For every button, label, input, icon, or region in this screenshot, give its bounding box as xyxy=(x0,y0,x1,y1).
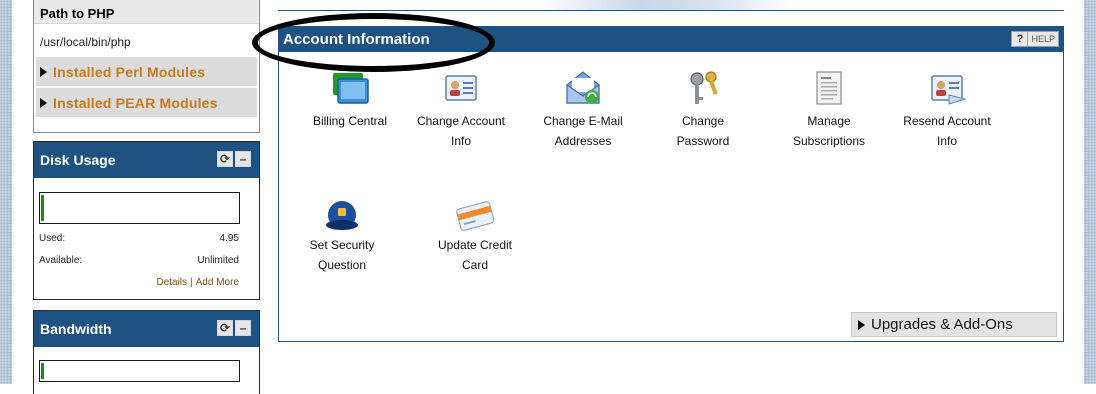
document-icon xyxy=(816,71,842,105)
disk-usage-widget: Disk Usage ⟳ – Used: 4.95 Available: Unl… xyxy=(33,141,260,300)
change-account-info-button[interactable]: Change Account Info xyxy=(411,69,511,151)
disk-usage-bar xyxy=(39,192,240,224)
bandwidth-widget: Bandwidth ⟳ – xyxy=(33,310,260,394)
account-information-title: Account Information xyxy=(283,31,430,48)
credit-card-icon xyxy=(456,201,495,231)
disk-usage-title: Disk Usage xyxy=(40,152,116,168)
update-credit-card-button[interactable]: Update Credit Card xyxy=(425,197,525,275)
minimize-icon[interactable]: – xyxy=(235,320,251,336)
set-security-question-label-line2: Question xyxy=(317,258,367,272)
account-information-header: Account Information ? HELP xyxy=(279,27,1063,52)
upgrades-addons-label: Upgrades & Add-Ons xyxy=(871,316,1013,333)
help-question-icon: ? xyxy=(1012,32,1029,46)
minimize-icon[interactable]: – xyxy=(235,151,251,167)
refresh-icon[interactable]: ⟳ xyxy=(217,320,233,336)
bandwidth-fill xyxy=(41,363,44,379)
used-value: 4.95 xyxy=(219,233,239,244)
php-info-box: Path to PHP /usr/local/bin/php Installed… xyxy=(33,0,260,133)
billing-central-button[interactable]: Billing Central xyxy=(300,69,400,131)
resend-account-info-button[interactable]: Resend Account Info xyxy=(897,69,997,151)
perl-modules-label: Installed Perl Modules xyxy=(53,63,206,80)
update-credit-card-label-line1: Update Credit xyxy=(437,238,513,252)
disk-usage-header: Disk Usage ⟳ – xyxy=(34,142,259,178)
header-decoration xyxy=(540,0,790,10)
envelope-icon xyxy=(566,71,600,104)
manage-subscriptions-label-line2: Subscriptions xyxy=(792,134,866,148)
police-cap-icon xyxy=(326,201,358,230)
change-account-info-label-line1: Change Account xyxy=(416,114,506,128)
change-password-button[interactable]: Change Password xyxy=(653,69,753,151)
available-value: Unlimited xyxy=(197,255,239,266)
available-label: Available: xyxy=(39,255,83,266)
billing-central-label: Billing Central xyxy=(312,114,388,128)
right-decorative-rail xyxy=(1084,0,1096,384)
disk-available-row: Available: Unlimited xyxy=(39,255,239,266)
php-path-heading: Path to PHP xyxy=(34,0,259,24)
change-email-label-line1: Change E-Mail xyxy=(543,114,623,128)
id-card-icon xyxy=(931,75,967,105)
keys-icon xyxy=(690,71,718,104)
details-link[interactable]: Details xyxy=(156,277,187,288)
expand-arrow-icon xyxy=(858,319,865,330)
refresh-icon[interactable]: ⟳ xyxy=(217,151,233,167)
used-label: Used: xyxy=(39,233,66,244)
id-card-icon xyxy=(445,75,477,101)
disk-usage-fill xyxy=(41,195,44,221)
top-divider xyxy=(278,10,1064,11)
change-account-info-label-line2: Info xyxy=(450,134,471,148)
add-more-link[interactable]: Add More xyxy=(196,277,239,288)
php-path-value: /usr/local/bin/php xyxy=(40,35,131,49)
expand-arrow-icon xyxy=(40,66,47,77)
change-password-label-line1: Change xyxy=(681,114,725,128)
monitor-icon xyxy=(333,73,369,104)
disk-usage-links: Details | Add More xyxy=(156,277,239,288)
left-decorative-rail xyxy=(0,0,12,384)
installed-perl-modules-toggle[interactable]: Installed Perl Modules xyxy=(36,55,257,86)
help-button[interactable]: ? HELP xyxy=(1011,31,1059,47)
pear-modules-label: Installed PEAR Modules xyxy=(53,94,218,111)
manage-subscriptions-button[interactable]: Manage Subscriptions xyxy=(779,69,879,151)
manage-subscriptions-label-line1: Manage xyxy=(807,114,851,128)
update-credit-card-label-line2: Card xyxy=(461,258,488,272)
installed-pear-modules-toggle[interactable]: Installed PEAR Modules xyxy=(36,86,257,117)
help-label: HELP xyxy=(1031,34,1055,44)
bandwidth-bar xyxy=(39,360,240,382)
expand-arrow-icon xyxy=(40,97,47,108)
change-password-label-line2: Password xyxy=(676,134,730,148)
resend-account-info-label-line1: Resend Account xyxy=(903,114,991,128)
change-email-label-line2: Addresses xyxy=(554,134,612,148)
upgrades-addons-toggle[interactable]: Upgrades & Add-Ons xyxy=(851,312,1057,337)
change-email-button[interactable]: Change E-Mail Addresses xyxy=(533,69,633,151)
set-security-question-label-line1: Set Security xyxy=(309,238,375,252)
bandwidth-title: Bandwidth xyxy=(40,321,112,337)
link-separator: | xyxy=(190,277,193,288)
resend-account-info-label-line2: Info xyxy=(936,134,957,148)
account-information-panel: Account Information ? HELP Billing Centr… xyxy=(278,26,1064,342)
set-security-question-button[interactable]: Set Security Question xyxy=(292,197,392,275)
disk-used-row: Used: 4.95 xyxy=(39,233,239,244)
bandwidth-header: Bandwidth ⟳ – xyxy=(34,311,259,347)
